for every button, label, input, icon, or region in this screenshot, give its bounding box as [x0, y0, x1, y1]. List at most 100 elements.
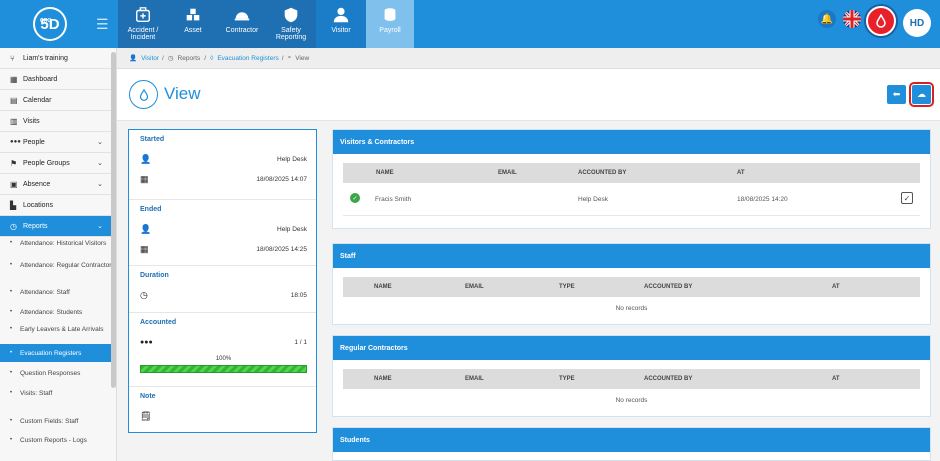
sidebar: ⑂ Liam's training ▦ Dashboard ▤ Calendar ▥ V…: [0, 48, 117, 461]
started-at: 18/08/2025 14:07: [256, 175, 307, 183]
col-at: AT: [737, 170, 745, 176]
report-link-custom-reports-logs[interactable]: Custom Reports - Logs: [0, 426, 116, 446]
back-button[interactable]: ⬅: [887, 85, 906, 104]
tab-label: Accident / Incident: [127, 27, 159, 41]
panel-title: Regular Contractors: [333, 336, 930, 360]
user-avatar[interactable]: HD: [903, 9, 931, 37]
sidebar-item-label: People Groups: [23, 159, 70, 167]
logo-small-text: ORG: [40, 18, 52, 24]
clock-icon: ◷: [10, 221, 17, 231]
first-aid-icon: [135, 7, 151, 23]
breadcrumb-sep: /: [204, 54, 207, 62]
breadcrumb: 👤 Visitor / ◷ Reports / ◊ Evacuation Registe…: [117, 48, 940, 69]
tab-visitor[interactable]: Visitor: [316, 0, 366, 48]
tab-label: Contractor: [225, 27, 259, 34]
table-header: NAME EMAIL TYPE ACCOUNTED BY AT: [343, 277, 920, 297]
report-link-staff[interactable]: Attendance: Staff: [0, 281, 116, 302]
tab-contractor[interactable]: Contractor: [218, 0, 266, 48]
started-by: Help Desk: [277, 155, 307, 163]
boxes-icon: [186, 8, 200, 21]
sidebar-item-training[interactable]: ⑂ Liam's training: [0, 48, 116, 69]
accounted-section: Accounted ●●● 1 / 1 100%: [129, 313, 316, 387]
report-link-early-leavers[interactable]: Early Leavers & Late Arrivals: [0, 322, 116, 344]
breadcrumb-reports[interactable]: Reports: [178, 55, 201, 62]
sidebar-item-label: Dashboard: [23, 75, 58, 83]
sidebar-item-visits[interactable]: ▥ Visits: [0, 111, 116, 132]
report-link-regular-contractors[interactable]: Attendance: Regular Contractors: [0, 259, 116, 281]
sidebar-item-dashboard[interactable]: ▦ Dashboard: [0, 69, 116, 90]
report-link-question-responses[interactable]: Question Responses: [0, 362, 116, 383]
branch-icon: ⑂: [10, 53, 15, 63]
col-name: NAME: [376, 170, 394, 176]
sidebar-item-label: People: [23, 138, 45, 146]
ended-at: 18/08/2025 14:25: [256, 245, 307, 253]
sidebar-item-absence[interactable]: ▣ Absence ⌄: [0, 174, 116, 195]
breadcrumb-sep: /: [162, 54, 164, 62]
chevron-down-icon: ⌄: [97, 139, 103, 146]
sidebar-item-locations[interactable]: ▙ Locations: [0, 195, 116, 216]
ended-section: Ended 👤 Help Desk ▦ 18/08/2025 14:25: [129, 200, 316, 266]
calendar-icon: ▦: [140, 243, 149, 254]
report-link-custom-fields-staff[interactable]: Custom Fields: Staff: [0, 404, 116, 426]
panel-title: Students: [333, 428, 930, 452]
report-link-students[interactable]: Attendance: Students: [0, 302, 116, 322]
breadcrumb-sep: /: [281, 54, 284, 62]
col-email: EMAIL: [465, 284, 484, 290]
notification-bell-icon[interactable]: 🔔: [818, 10, 836, 28]
tab-label: Asset: [184, 27, 202, 34]
person-icon: [333, 7, 349, 23]
report-link-evacuation-registers[interactable]: Evacuation Registers: [0, 344, 116, 362]
app-logo[interactable]: ORG 5D: [33, 7, 67, 41]
download-button[interactable]: ☁: [909, 82, 934, 107]
sidebar-item-reports[interactable]: ◷ Reports ⌄: [0, 216, 116, 237]
no-records-text: No records: [615, 305, 648, 312]
section-title: Note: [140, 393, 156, 400]
sidebar-item-label: Calendar: [23, 96, 52, 104]
section-title: Started: [140, 136, 165, 143]
cell-at: 18/08/2025 14:20: [737, 196, 788, 203]
clock-icon: ◷: [140, 289, 148, 300]
page-header: View ⬅ ☁: [117, 69, 940, 121]
col-at: AT: [832, 284, 840, 290]
panel-title: Visitors & Contractors: [333, 130, 930, 154]
accounted-checkbox[interactable]: ✓: [901, 192, 913, 204]
accounted-percent: 100%: [215, 356, 232, 362]
chevron-down-icon: ⌄: [97, 181, 103, 188]
arrow-left-icon: ⬅: [892, 89, 901, 99]
sidebar-item-calendar[interactable]: ▤ Calendar: [0, 90, 116, 111]
sidebar-item-people[interactable]: ●●● People ⌄: [0, 132, 116, 153]
accounted-value: 1 / 1: [294, 338, 307, 346]
sidebar-item-label: Visits: [23, 117, 40, 125]
started-section: Started 👤 Help Desk ▦ 18/08/2025 14:07: [129, 130, 316, 200]
col-name: NAME: [374, 376, 392, 382]
dashboard-icon: ▦: [10, 74, 18, 84]
report-link-historical-visitors[interactable]: Attendance: Historical Visitors: [0, 237, 116, 259]
tab-accident-incident[interactable]: Accident / Incident: [118, 0, 168, 48]
breadcrumb-visitor[interactable]: Visitor: [141, 55, 159, 62]
menu-toggle-icon[interactable]: ☰: [96, 16, 109, 33]
note-icon: 🗒: [140, 410, 152, 421]
report-link-visits-staff[interactable]: Visits: Staff: [0, 383, 116, 404]
table-row: ✓ Fracis Smith Help Desk 18/08/2025 14:2…: [343, 183, 920, 216]
tab-asset[interactable]: Asset: [168, 0, 218, 48]
ended-by: Help Desk: [277, 225, 307, 233]
person-icon: 👤: [140, 153, 152, 164]
sidebar-item-people-groups[interactable]: ⚑ People Groups ⌄: [0, 153, 116, 174]
staff-panel: Staff NAME EMAIL TYPE ACCOUNTED BY AT No…: [332, 243, 931, 325]
note-section: Note 🗒: [129, 387, 316, 426]
visitors-panel: Visitors & Contractors NAME EMAIL ACCOUN…: [332, 129, 931, 229]
absence-icon: ▣: [10, 179, 18, 189]
drop-icon: [129, 80, 158, 109]
sidebar-item-label: Absence: [23, 180, 51, 188]
col-at: AT: [832, 376, 840, 382]
section-title: Duration: [140, 272, 169, 279]
cell-name: Fracis Smith: [375, 196, 412, 203]
emergency-drop-icon[interactable]: [866, 6, 896, 36]
tab-safety-reporting[interactable]: Safety Reporting: [266, 0, 316, 48]
sidebar-scrollbar[interactable]: [111, 52, 116, 388]
shield-icon: [284, 7, 298, 23]
breadcrumb-evacuation[interactable]: Evacuation Registers: [217, 55, 278, 62]
uk-flag-icon[interactable]: [843, 10, 861, 28]
col-email: EMAIL: [498, 170, 517, 176]
tab-payroll[interactable]: Payroll: [366, 0, 414, 48]
